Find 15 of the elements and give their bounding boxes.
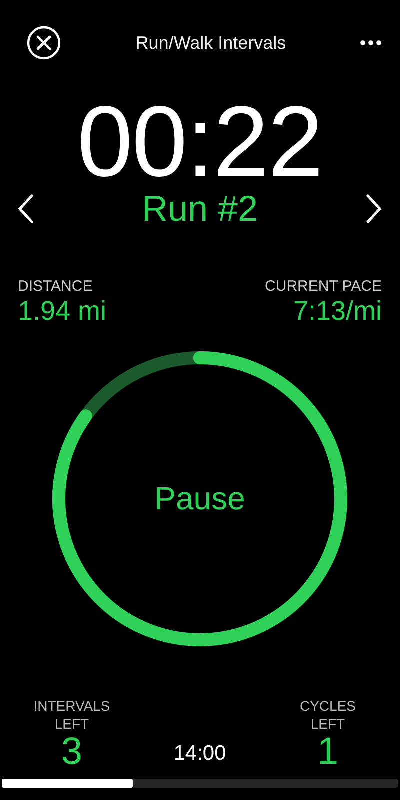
stat-value: 3 [61, 733, 83, 773]
stat-value: 1 [317, 733, 339, 773]
close-button[interactable] [26, 25, 62, 61]
total-time: 14:00 [172, 742, 228, 767]
stat-value: 7:13/mi [293, 296, 382, 327]
more-button[interactable] [360, 40, 382, 46]
stat-label: INTERVALS LEFT [32, 696, 112, 734]
stat-label: CURRENT PACE [265, 278, 382, 295]
screen-title: Run/Walk Intervals [136, 32, 286, 54]
next-button[interactable] [364, 193, 384, 225]
pause-button[interactable]: Pause [146, 476, 254, 522]
previous-button[interactable] [16, 193, 36, 225]
stat-label: DISTANCE [18, 278, 94, 295]
stat-value: 1.94 mi [18, 296, 107, 327]
stat-label: CYCLES LEFT [298, 696, 358, 734]
